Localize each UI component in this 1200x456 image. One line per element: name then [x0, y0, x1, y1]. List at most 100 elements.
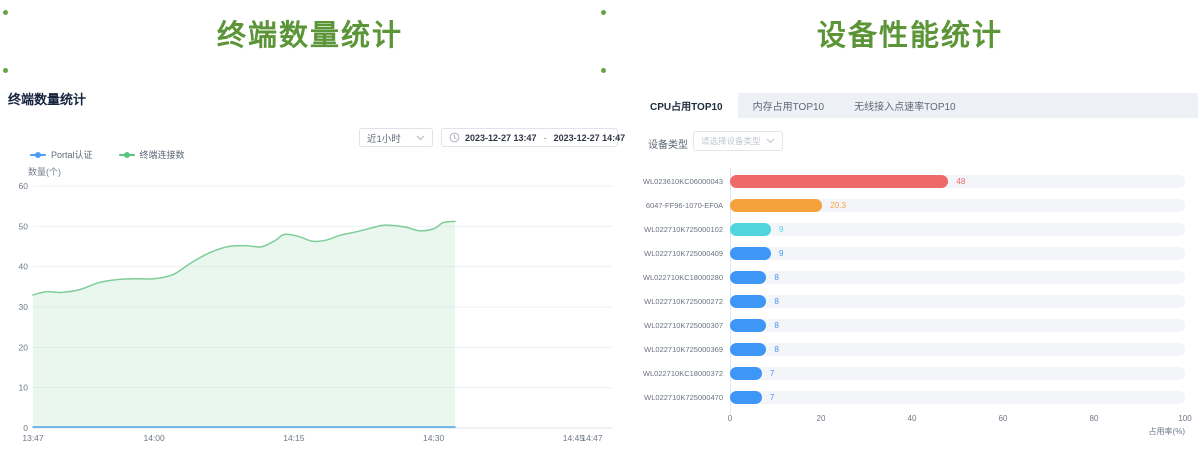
line-chart-legend: Portal认证 终端连接数 — [30, 148, 185, 161]
x-axis-tick: 0 — [728, 414, 732, 423]
bar-row: WL022710K725000272 8 — [635, 295, 1198, 308]
x-axis-tick: 100 — [1178, 414, 1191, 423]
bar-track: 8 — [730, 295, 1185, 308]
svg-text:14:00: 14:00 — [143, 433, 165, 443]
legend-label: 终端连接数 — [140, 148, 185, 161]
device-type-label: 设备类型 — [648, 136, 688, 151]
legend-label: Portal认证 — [51, 148, 93, 161]
x-axis-tick: 40 — [908, 414, 917, 423]
svg-text:14:45: 14:45 — [563, 433, 585, 443]
bar-value-label: 8 — [774, 295, 778, 308]
bar-category-label: WL022710K725000369 — [635, 343, 723, 356]
chevron-down-icon — [766, 138, 775, 144]
tab-0[interactable]: CPU占用TOP10 — [635, 93, 738, 118]
bar[interactable] — [730, 391, 762, 404]
bar-row: WL022710KC18000372 7 — [635, 367, 1198, 380]
legend-item-1[interactable]: 终端连接数 — [119, 148, 185, 161]
date-range-picker[interactable]: 2023-12-27 13:47 - 2023-12-27 14:47 — [441, 128, 618, 147]
bar-category-label: 6047-FF96-1070-EF0A — [635, 199, 723, 212]
bar[interactable] — [730, 199, 822, 212]
svg-text:20: 20 — [19, 342, 29, 352]
bar-track: 7 — [730, 391, 1185, 404]
time-range-value: 近1小时 — [367, 131, 401, 145]
bar-row: WL022710KC18000280 8 — [635, 271, 1198, 284]
bar[interactable] — [730, 223, 771, 236]
bar-track: 9 — [730, 223, 1185, 236]
bar[interactable] — [730, 319, 766, 332]
bar-row: WL022710K725000409 9 — [635, 247, 1198, 260]
bar-track: 20.3 — [730, 199, 1185, 212]
bar-value-label: 9 — [779, 247, 783, 260]
bar-category-label: WL022710KC18000280 — [635, 271, 723, 284]
bar-track: 8 — [730, 319, 1185, 332]
svg-text:30: 30 — [19, 302, 29, 312]
bar[interactable] — [730, 343, 766, 356]
bar-track: 7 — [730, 367, 1185, 380]
line-chart: 0 10 20 30 40 50 60 13:47 14:00 14:15 14:30 14:4514… — [0, 0, 620, 456]
legend-item-0[interactable]: Portal认证 — [30, 148, 93, 161]
bar-track: 8 — [730, 271, 1185, 284]
tab-1[interactable]: 内存占用TOP10 — [738, 93, 840, 118]
bar-track: 9 — [730, 247, 1185, 260]
bar-category-label: WL023610KC06000043 — [635, 175, 723, 188]
bar-value-label: 7 — [770, 391, 774, 404]
top10-tabbar: CPU占用TOP10内存占用TOP10无线接入点速率TOP10 — [635, 93, 1198, 118]
bar-category-label: WL022710K725000102 — [635, 223, 723, 236]
bar[interactable] — [730, 367, 762, 380]
bar-value-label: 20.3 — [830, 199, 846, 212]
legend-marker-icon — [30, 154, 46, 156]
bar-row: 6047-FF96-1070-EF0A 20.3 — [635, 199, 1198, 212]
bar-category-label: WL022710K725000409 — [635, 247, 723, 260]
bar-value-label: 48 — [956, 175, 965, 188]
svg-text:50: 50 — [19, 221, 29, 231]
x-axis-tick: 20 — [817, 414, 826, 423]
bar-row: WL022710K725000102 9 — [635, 223, 1198, 236]
bar-row: WL022710K725000470 7 — [635, 391, 1198, 404]
date-range-separator: - — [542, 133, 549, 143]
terminal-count-panel: 终端数量统计 终端数量统计 近1小时 2023-12-27 13:47 - 20… — [0, 0, 620, 456]
legend-marker-icon — [119, 154, 135, 156]
svg-text:13:47: 13:47 — [22, 433, 44, 443]
svg-text:14:30: 14:30 — [423, 433, 445, 443]
bar[interactable] — [730, 271, 766, 284]
date-range-end: 2023-12-27 14:47 — [554, 133, 626, 143]
device-performance-panel: 设备性能统计 CPU占用TOP10内存占用TOP10无线接入点速率TOP10 设… — [620, 0, 1200, 456]
bar-category-label: WL022710K725000307 — [635, 319, 723, 332]
bar-track: 48 — [730, 175, 1185, 188]
svg-text:14:47: 14:47 — [581, 433, 603, 443]
bar-value-label: 8 — [774, 343, 778, 356]
bar-category-label: WL022710KC18000372 — [635, 367, 723, 380]
bar-value-label: 7 — [770, 367, 774, 380]
chevron-down-icon — [416, 135, 425, 141]
svg-text:40: 40 — [19, 262, 29, 272]
tab-2[interactable]: 无线接入点速率TOP10 — [839, 93, 971, 118]
svg-text:60: 60 — [19, 181, 29, 191]
bar[interactable] — [730, 295, 766, 308]
left-card-title: 终端数量统计 — [8, 89, 86, 108]
bar-value-label: 9 — [779, 223, 783, 236]
bar-value-label: 8 — [774, 271, 778, 284]
x-axis-tick: 60 — [999, 414, 1008, 423]
svg-text:10: 10 — [19, 383, 29, 393]
device-type-placeholder: 请选择设备类型 — [701, 135, 761, 147]
bar-row: WL022710K725000369 8 — [635, 343, 1198, 356]
date-range-start: 2023-12-27 13:47 — [465, 133, 537, 143]
device-type-select[interactable]: 请选择设备类型 — [693, 131, 783, 151]
bar[interactable] — [730, 247, 771, 260]
left-page-title: 终端数量统计 — [0, 12, 620, 54]
bar-row: WL022710K725000307 8 — [635, 319, 1198, 332]
bar-category-label: WL022710K725000470 — [635, 391, 723, 404]
clock-icon — [449, 132, 460, 143]
svg-text:14:15: 14:15 — [283, 433, 305, 443]
bar[interactable] — [730, 175, 948, 188]
x-axis-tick: 80 — [1090, 414, 1099, 423]
bar-category-label: WL022710K725000272 — [635, 295, 723, 308]
x-axis-title: 占用率(%) — [1149, 426, 1185, 437]
bar-track: 8 — [730, 343, 1185, 356]
svg-text:0: 0 — [23, 423, 28, 433]
time-range-select[interactable]: 近1小时 — [359, 128, 433, 147]
y-axis-title: 数量(个) — [28, 165, 61, 178]
bar-row: WL023610KC06000043 48 — [635, 175, 1198, 188]
cpu-top10-bar-chart: 占用率(%) WL023610KC06000043 48 6047-FF96-107… — [635, 168, 1198, 448]
right-page-title: 设备性能统计 — [620, 12, 1200, 54]
